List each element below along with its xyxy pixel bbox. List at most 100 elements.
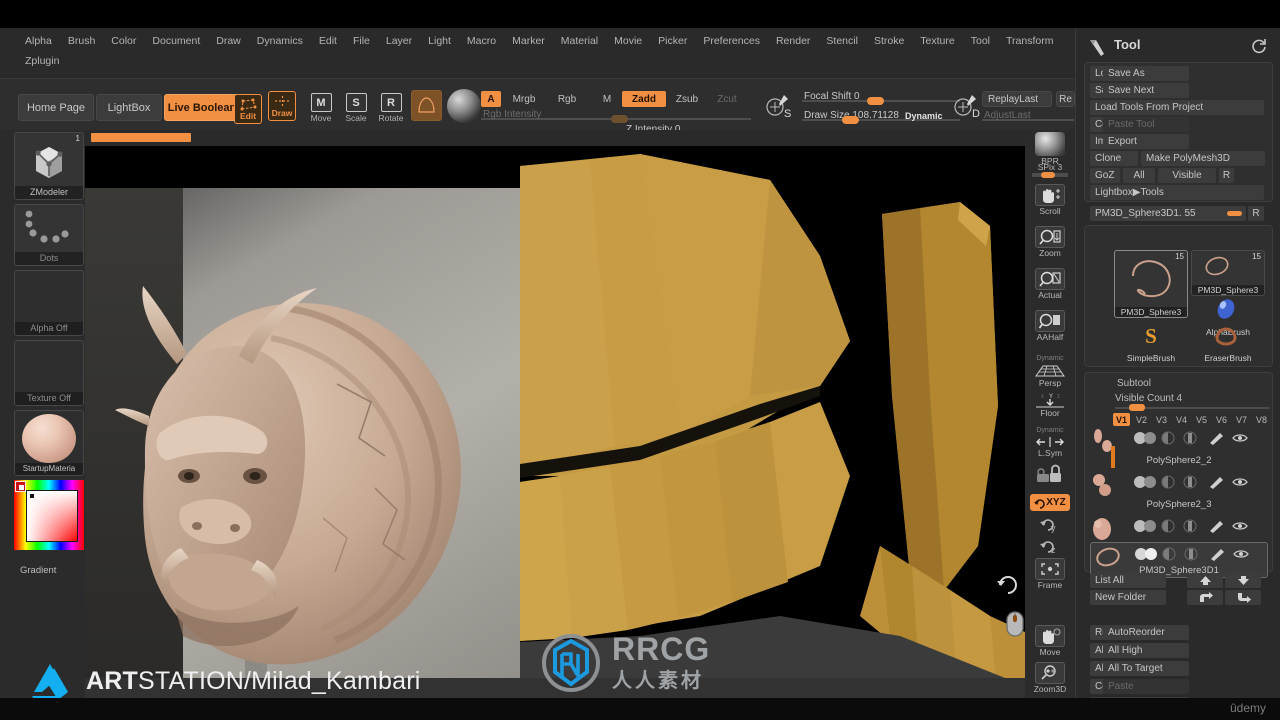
current-tool-knob[interactable]: [1227, 211, 1242, 216]
current-tool-name-slider[interactable]: PM3D_Sphere3D1. 55: [1090, 206, 1246, 221]
zsub-toggle[interactable]: Zsub: [670, 91, 704, 107]
actual-button[interactable]: Actual: [1030, 268, 1070, 300]
menu-color[interactable]: Color: [104, 32, 143, 50]
material-preview-ball[interactable]: [447, 89, 481, 123]
subtool-row-1-controls[interactable]: [1130, 431, 1250, 445]
xyz-button-bg[interactable]: xyz: [1030, 494, 1070, 511]
reset-icon[interactable]: [1250, 37, 1268, 55]
menu-picker[interactable]: Picker: [651, 32, 694, 50]
goz-button[interactable]: GoZ: [1090, 168, 1120, 183]
subtool-vtab-v8[interactable]: V8: [1253, 413, 1270, 426]
adjust-last-slider[interactable]: AdjustLast: [982, 110, 1074, 123]
edit-button[interactable]: Edit: [234, 94, 262, 124]
subtool-vtab-v4[interactable]: V4: [1173, 413, 1190, 426]
lightbox-button[interactable]: LightBox: [96, 94, 162, 121]
menu-preferences[interactable]: Preferences: [696, 32, 767, 50]
load-tools-from-project-button[interactable]: Load Tools From Project: [1090, 100, 1264, 115]
stroke-tile[interactable]: Dots: [14, 204, 84, 266]
current-brush-tile[interactable]: 1 ZModeler: [14, 132, 84, 200]
stroke-cursor-d-button[interactable]: D: [950, 91, 984, 121]
bpr-button[interactable]: BPR: [1030, 132, 1070, 166]
rgb-toggle[interactable]: Rgb: [551, 91, 583, 107]
menu-material[interactable]: Material: [554, 32, 605, 50]
document-progress-bar[interactable]: [91, 133, 191, 142]
zoom3d-button[interactable]: Zoom3D: [1030, 662, 1070, 694]
subtool-vtab-v7[interactable]: V7: [1233, 413, 1250, 426]
current-tool-r-button[interactable]: R: [1248, 206, 1264, 221]
xyz-rotate-button[interactable]: xyz: [1030, 494, 1070, 511]
material-tile[interactable]: StartupMateria: [14, 410, 84, 476]
menu-texture[interactable]: Texture: [913, 32, 961, 50]
subtool-row-4-controls[interactable]: [1131, 547, 1251, 561]
menu-file[interactable]: File: [346, 32, 377, 50]
subtool-row-2[interactable]: PolySphere2_3: [1090, 472, 1268, 510]
menu-document[interactable]: Document: [145, 32, 207, 50]
subtool-vtab-v3[interactable]: V3: [1153, 413, 1170, 426]
clone-button[interactable]: Clone: [1090, 151, 1138, 166]
alpha-toggle[interactable]: A: [481, 91, 501, 107]
menu-draw[interactable]: Draw: [209, 32, 248, 50]
mouse-cursor-icon[interactable]: [1003, 608, 1025, 640]
menu-layer[interactable]: Layer: [379, 32, 419, 50]
make-polymesh3d-button[interactable]: Make PolyMesh3D: [1141, 151, 1265, 166]
menu-zplugin[interactable]: Zplugin: [18, 52, 66, 70]
menu-render[interactable]: Render: [769, 32, 817, 50]
menu-dynamics[interactable]: Dynamics: [250, 32, 310, 50]
spix-slider[interactable]: SPix 3: [1030, 162, 1070, 178]
menu-movie[interactable]: Movie: [607, 32, 649, 50]
menu-marker[interactable]: Marker: [505, 32, 552, 50]
spix-track[interactable]: [1032, 172, 1068, 178]
paste-tool-button[interactable]: Paste Tool: [1103, 117, 1189, 132]
tool-thumb-eraserbrush[interactable]: EraserBrush: [1191, 320, 1265, 364]
frame-button[interactable]: Frame: [1030, 530, 1070, 590]
rotate-button[interactable]: R Rotate: [376, 89, 406, 123]
subtool-vtab-v2[interactable]: V2: [1133, 413, 1150, 426]
floor-button[interactable]: x Y z Floor: [1030, 392, 1070, 418]
subtool-vtab-v5[interactable]: V5: [1193, 413, 1210, 426]
live-boolean-button[interactable]: Live Boolean: [164, 94, 240, 121]
menu-light[interactable]: Light: [421, 32, 458, 50]
menu-transform[interactable]: Transform: [999, 32, 1060, 50]
auto-reorder-button[interactable]: AutoReorder: [1103, 625, 1189, 640]
transp-lock-button[interactable]: [1030, 462, 1070, 488]
replay-last-button[interactable]: ReplayLast: [982, 91, 1052, 107]
stroke-cursor-s-button[interactable]: S: [762, 91, 796, 121]
save-as-button[interactable]: Save As: [1103, 66, 1189, 81]
menu-stroke[interactable]: Stroke: [867, 32, 911, 50]
rgb-intensity-knob[interactable]: [611, 115, 628, 123]
draw-button[interactable]: Draw: [268, 91, 296, 121]
mrgb-toggle[interactable]: Mrgb: [505, 91, 543, 107]
save-next-button[interactable]: Save Next: [1103, 83, 1189, 98]
subtool-vtab-v1[interactable]: V1: [1113, 413, 1130, 426]
focal-shift-slider[interactable]: Focal Shift 0: [802, 91, 960, 105]
m-toggle[interactable]: M: [598, 91, 616, 107]
all-button[interactable]: All: [1123, 168, 1155, 183]
persp-button[interactable]: Dynamic Persp: [1030, 354, 1070, 388]
alpha-tile[interactable]: Alpha Off: [14, 270, 84, 336]
aahalf-button[interactable]: AAHalf: [1030, 310, 1070, 342]
rotate-gizmo-icon[interactable]: [995, 571, 1021, 597]
move3d-button[interactable]: Move: [1030, 625, 1070, 657]
new-folder-button[interactable]: New Folder: [1090, 590, 1166, 605]
spix-knob[interactable]: [1041, 172, 1055, 178]
tool-thumb-simplebrush[interactable]: S SimpleBrush: [1114, 320, 1188, 364]
subtool-vtab-v6[interactable]: V6: [1213, 413, 1230, 426]
replay-last-short-button[interactable]: Re: [1056, 91, 1075, 107]
draw-size-dynamic-badge[interactable]: Dynamic: [905, 111, 943, 121]
menu-alpha[interactable]: Alpha: [18, 32, 59, 50]
move-subtool-down-button[interactable]: [1225, 573, 1261, 588]
color-picker-inner-gradient[interactable]: [26, 490, 78, 542]
zadd-toggle[interactable]: Zadd: [622, 91, 666, 107]
color-picker[interactable]: [14, 480, 84, 550]
menu-brush[interactable]: Brush: [61, 32, 102, 50]
zoom-button[interactable]: Zoom: [1030, 226, 1070, 258]
menu-macro[interactable]: Macro: [460, 32, 503, 50]
subtool-row-1[interactable]: PolySphere2_2: [1090, 428, 1268, 466]
lightbox-tools-button[interactable]: Lightbox▶Tools: [1090, 185, 1264, 200]
color-picker-handle[interactable]: [29, 493, 35, 499]
move-button[interactable]: M Move: [306, 89, 336, 123]
material-sphere-button[interactable]: [411, 90, 442, 121]
scroll-button[interactable]: Scroll: [1030, 184, 1070, 216]
menu-edit[interactable]: Edit: [312, 32, 344, 50]
all-high-button[interactable]: All High: [1103, 643, 1189, 658]
